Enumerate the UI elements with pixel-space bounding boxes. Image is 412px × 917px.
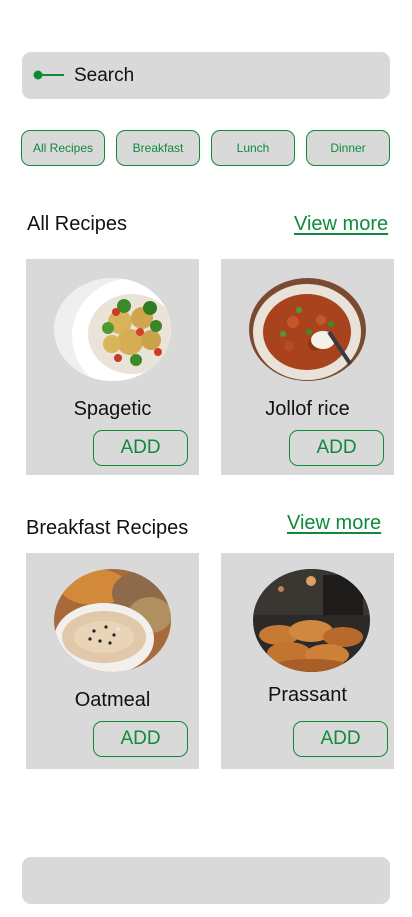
search-input[interactable]: Search	[74, 65, 134, 87]
recipe-card-oatmeal[interactable]: Oatmeal ADD	[26, 553, 199, 769]
search-icon	[33, 70, 64, 80]
recipe-name: Prassant	[268, 684, 347, 706]
recipe-name: Oatmeal	[74, 689, 151, 711]
pasta-salad-photo	[54, 278, 171, 381]
add-button-jollof-rice[interactable]: ADD	[289, 430, 384, 466]
section-title-all-recipes: All Recipes	[27, 213, 128, 235]
section-title-breakfast-recipes: Breakfast Recipes	[26, 517, 189, 539]
view-more-link-all-recipes[interactable]: View more	[294, 213, 388, 236]
recipe-name: Spagetic	[73, 398, 152, 420]
recipe-name: Jollof rice	[265, 398, 350, 420]
bottom-navigation-bar[interactable]	[22, 857, 390, 904]
view-more-link-breakfast[interactable]: View more	[287, 512, 381, 535]
filter-chip-lunch[interactable]: Lunch	[211, 130, 295, 166]
add-button-prassant[interactable]: ADD	[293, 721, 388, 757]
filter-chip-all-recipes[interactable]: All Recipes	[21, 130, 105, 166]
filter-chip-breakfast[interactable]: Breakfast	[116, 130, 200, 166]
add-button-spagetic[interactable]: ADD	[93, 430, 188, 466]
recipe-card-jollof-rice[interactable]: Jollof rice ADD	[221, 259, 394, 475]
add-button-oatmeal[interactable]: ADD	[93, 721, 188, 757]
recipe-card-spagetic[interactable]: Spagetic ADD	[26, 259, 199, 475]
oatmeal-bowl-photo	[54, 569, 171, 672]
croissants-photo	[253, 569, 370, 672]
search-bar[interactable]: Search	[22, 52, 390, 99]
recipe-card-prassant[interactable]: Prassant ADD	[221, 553, 394, 769]
filter-chip-dinner[interactable]: Dinner	[306, 130, 390, 166]
stew-bowl-photo	[249, 278, 366, 381]
